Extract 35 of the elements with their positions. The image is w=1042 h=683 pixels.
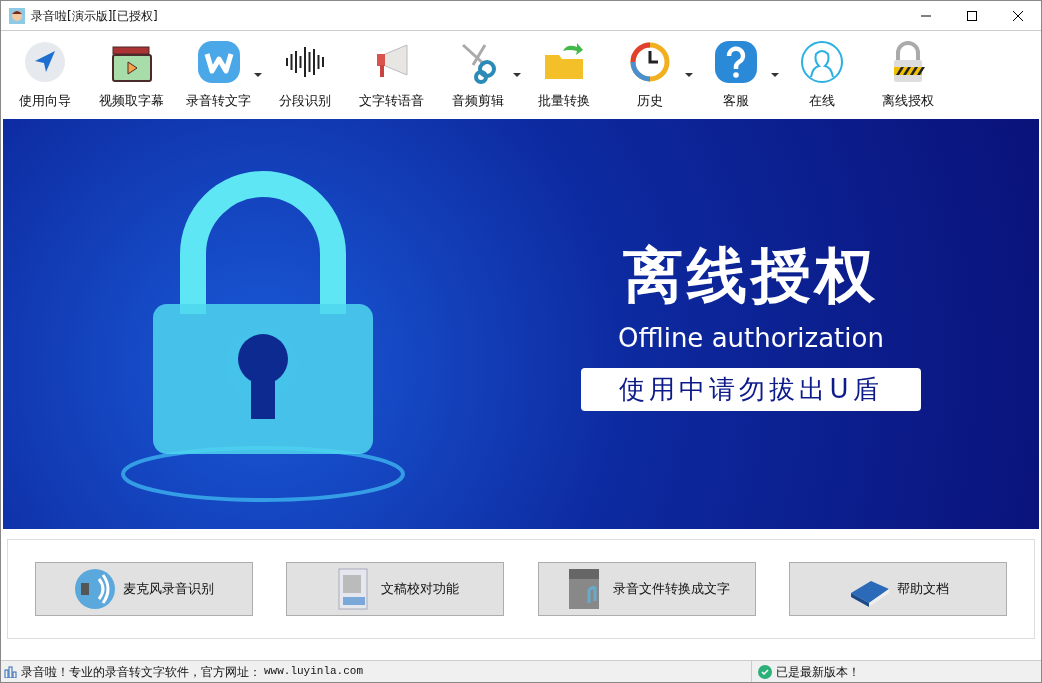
speaker-icon (73, 567, 118, 611)
toolbar-button[interactable]: 视频取字幕 (93, 35, 170, 115)
toolbar-button[interactable]: 离线授权 (870, 35, 946, 115)
toolbar-button[interactable]: 音频剪辑 (440, 35, 516, 115)
toolbar-button[interactable]: 客服 (698, 35, 774, 115)
caret-icon (254, 73, 262, 77)
toolbar-button[interactable]: 分段识别 (267, 35, 343, 115)
close-icon (1013, 10, 1023, 21)
w-letter-icon (195, 39, 242, 86)
user-icon (799, 39, 845, 86)
bar-chart-icon (4, 665, 18, 678)
caret-icon (513, 73, 521, 77)
action-button[interactable]: 文稿校对功能 (286, 562, 505, 616)
action-button[interactable]: 麦克风录音识别 (34, 562, 253, 616)
cloud-check-icon (758, 664, 772, 679)
banner-title: 离线授权 (623, 238, 879, 312)
version-status: 已是最新版本！ (776, 663, 860, 681)
toolbar-button[interactable]: 在线 (784, 35, 860, 115)
website-link[interactable]: www.luyinla.com (264, 663, 364, 680)
caret-icon (771, 73, 779, 77)
toolbar-button[interactable]: 录音转文字 (180, 35, 257, 115)
maximize-icon (967, 10, 977, 21)
app-logo-icon (9, 7, 25, 24)
toolbar-button[interactable]: 文字转语音 (353, 35, 430, 115)
action-button[interactable]: 录音文件转换成文字 (537, 562, 756, 616)
caret-icon (685, 73, 693, 77)
action-button[interactable]: 帮助文档 (789, 562, 1008, 616)
help-icon (713, 39, 759, 86)
toolbar-button[interactable]: 使用向导 (7, 35, 83, 115)
banner-subtitle: Offline authorization (618, 321, 884, 355)
status-message: 录音啦！专业的录音转文字软件，官方网址： (21, 663, 261, 681)
banner-notice: 使用中请勿拔出U盾 (581, 367, 921, 411)
toolbar-button[interactable]: 历史 (612, 35, 688, 115)
window-title: 录音啦[演示版][已授权] (31, 7, 158, 25)
toolbar-button[interactable]: 批量转换 (526, 35, 602, 115)
